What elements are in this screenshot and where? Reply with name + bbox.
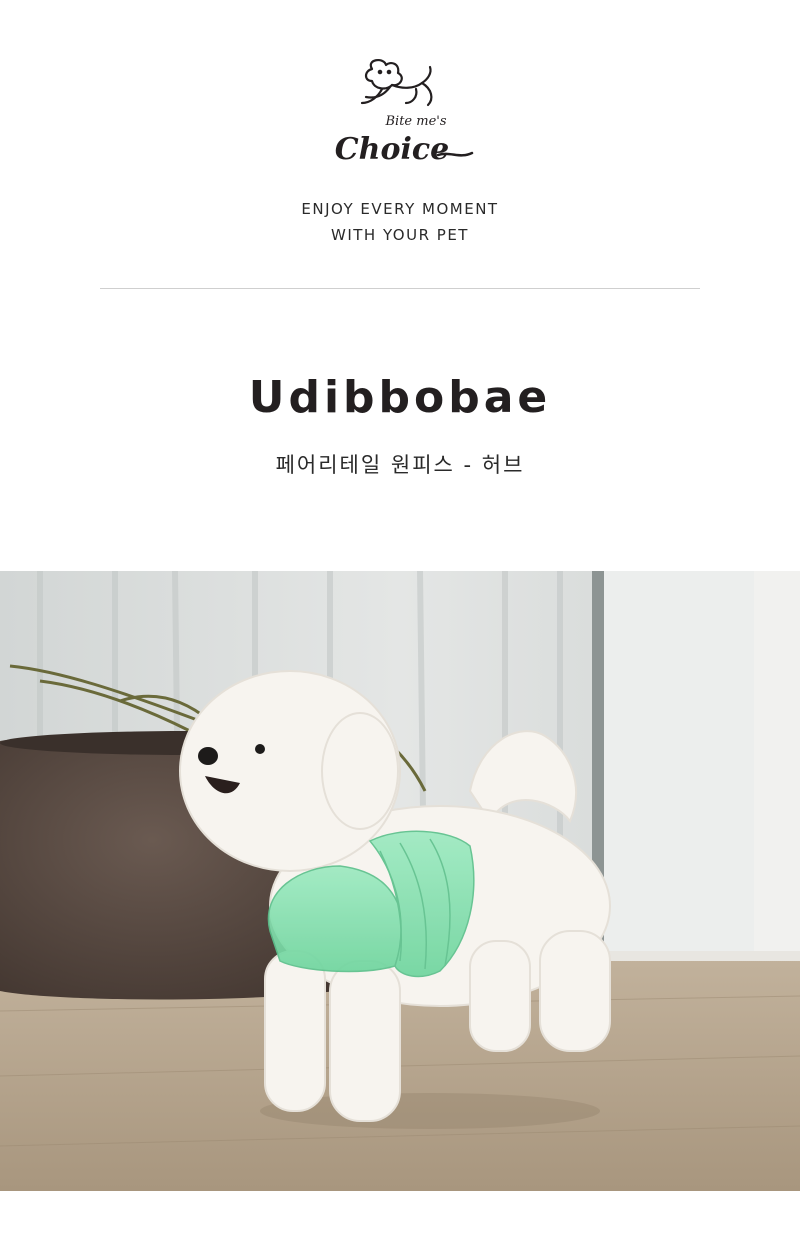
brand-logo: Bite me's Choice (335, 59, 474, 167)
dog-logo-icon (360, 59, 433, 107)
page-header: Bite me's Choice ENJOY EVERY MOMENT WITH… (0, 0, 800, 540)
right-curtain (604, 571, 754, 971)
logo-swash (436, 151, 474, 157)
tagline-line-1: ENJOY EVERY MOMENT (301, 200, 499, 218)
logo-small-text: Bite me's (384, 114, 446, 129)
dog-nose-icon (198, 747, 218, 765)
wall (754, 571, 800, 971)
product-subtitle: 페어리테일 원피스 - 허브 (275, 453, 525, 477)
product-photo (0, 571, 800, 1191)
logo-main-text: Choice (335, 132, 449, 167)
header-divider (100, 288, 700, 289)
product-title: Udibbobae (248, 372, 552, 423)
tagline-line-2: WITH YOUR PET (331, 226, 469, 244)
